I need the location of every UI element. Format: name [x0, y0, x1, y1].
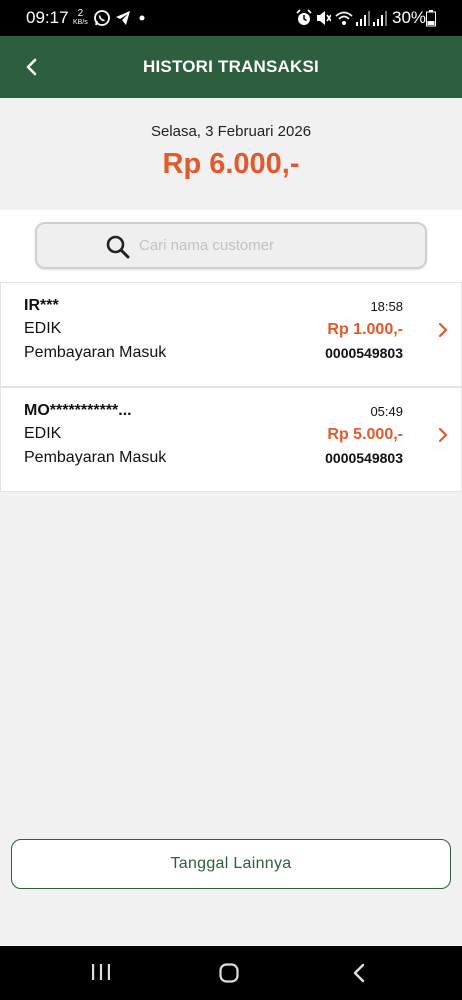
customer-name: MO***********... [24, 402, 132, 419]
transaction-ref: 0000549803 [325, 450, 403, 466]
transaction-ref: 0000549803 [325, 345, 403, 361]
transaction-type: Pembayaran Masuk [24, 344, 167, 361]
other-dates-button[interactable]: Tanggal Lainnya [11, 839, 451, 889]
battery-icon [426, 10, 436, 27]
battery-level: 30% [392, 8, 427, 27]
search-area: Cari nama customer [0, 210, 462, 282]
app-bar: HISTORI TRANSAKSI [0, 36, 462, 98]
home-icon[interactable] [218, 962, 240, 984]
recent-apps-icon[interactable] [90, 962, 112, 982]
transaction-amount: Rp 5.000,- [327, 426, 403, 443]
search-placeholder: Cari nama customer [139, 237, 275, 254]
net-speed-value: 2 [77, 8, 84, 19]
bank-name: EDIK [24, 320, 62, 337]
summary-section: Selasa, 3 Februari 2026 Rp 6.000,- [0, 98, 462, 210]
signal-icon [373, 11, 387, 26]
mute-icon [317, 11, 331, 25]
summary-date: Selasa, 3 Februari 2026 [150, 123, 312, 140]
alarm-icon [296, 9, 312, 25]
search-icon [106, 235, 130, 259]
chevron-right-icon [438, 322, 448, 338]
bank-name: EDIK [24, 425, 62, 442]
transaction-item[interactable]: MO***********... 05:49 EDIK Rp 5.000,- P… [0, 387, 462, 492]
search-input[interactable]: Cari nama customer [35, 222, 427, 269]
chevron-right-icon [438, 427, 448, 443]
signal-icon [356, 11, 370, 26]
net-speed: 2 KB/s [73, 9, 88, 27]
back-icon[interactable] [349, 962, 369, 984]
telegram-icon [116, 11, 130, 25]
status-bar: 09:17 2 KB/s 30% [0, 0, 462, 36]
system-nav-bar [0, 946, 462, 1000]
transaction-time: 18:58 [370, 299, 403, 314]
net-speed-unit: KB/s [73, 19, 88, 26]
transaction-type: Pembayaran Masuk [24, 449, 167, 466]
transaction-amount: Rp 1.000,- [327, 321, 403, 338]
transaction-time: 05:49 [370, 404, 403, 419]
transaction-item[interactable]: IR*** 18:58 EDIK Rp 1.000,- Pembayaran M… [0, 282, 462, 387]
dot-icon [139, 15, 145, 21]
status-time: 09:17 [26, 8, 69, 27]
whatsapp-icon [94, 10, 110, 26]
summary-total: Rp 6.000,- [162, 148, 300, 180]
customer-name: IR*** [24, 297, 59, 314]
wifi-icon [335, 11, 353, 25]
page-title: HISTORI TRANSAKSI [143, 57, 319, 76]
